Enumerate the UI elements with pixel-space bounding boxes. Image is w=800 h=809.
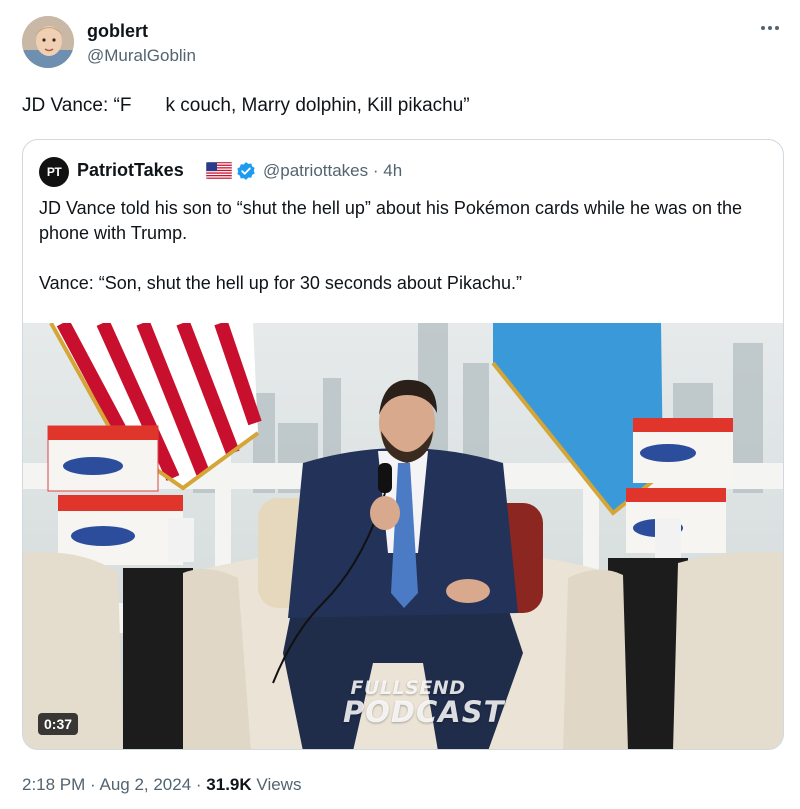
- quoted-author-handle-time[interactable]: @patriottakes · 4h: [263, 161, 402, 181]
- us-flag-icon: [206, 162, 232, 179]
- video-player[interactable]: 0:37 FULLSEND PODCAST: [23, 323, 783, 749]
- redacted-gap: [131, 110, 165, 111]
- more-icon[interactable]: [756, 18, 784, 38]
- views-label: Views: [256, 775, 302, 794]
- tweet-time[interactable]: 2:18 PM: [22, 775, 85, 794]
- podcast-watermark: FULLSEND PODCAST: [343, 679, 505, 729]
- author-avatar[interactable]: [22, 16, 74, 68]
- tweet-meta: 2:18 PM · Aug 2, 2024 · 31.9K Views: [22, 775, 302, 794]
- quoted-paragraph-2: Vance: “Son, shut the hell up for 30 sec…: [39, 273, 522, 293]
- video-duration: 0:37: [38, 713, 79, 735]
- quoted-paragraph-1: JD Vance told his son to “shut the hell …: [39, 198, 743, 243]
- tweet-date[interactable]: Aug 2, 2024: [99, 775, 191, 794]
- verified-badge-icon: [237, 162, 255, 180]
- author-display-name[interactable]: goblert: [87, 21, 148, 42]
- quoted-author-display-name[interactable]: PatriotTakes: [77, 160, 184, 181]
- tweet-text-part-1: JD Vance: “F: [22, 95, 132, 116]
- quoted-tweet-card[interactable]: PT PatriotTakes @patriottakes · 4h JD Va…: [22, 139, 784, 750]
- quoted-author-avatar[interactable]: PT: [39, 157, 69, 187]
- tweet-text-part-2: k couch, Marry dolphin, Kill pikachu”: [165, 95, 470, 116]
- tweet-text: JD Vance: “F k couch, Marry dolphin, Kill…: [22, 95, 470, 117]
- views-count[interactable]: 31.9K: [206, 775, 251, 794]
- quoted-tweet-text: JD Vance told his son to “shut the hell …: [39, 196, 764, 296]
- author-handle[interactable]: @MuralGoblin: [87, 46, 196, 66]
- watermark-line-2: PODCAST: [343, 695, 505, 729]
